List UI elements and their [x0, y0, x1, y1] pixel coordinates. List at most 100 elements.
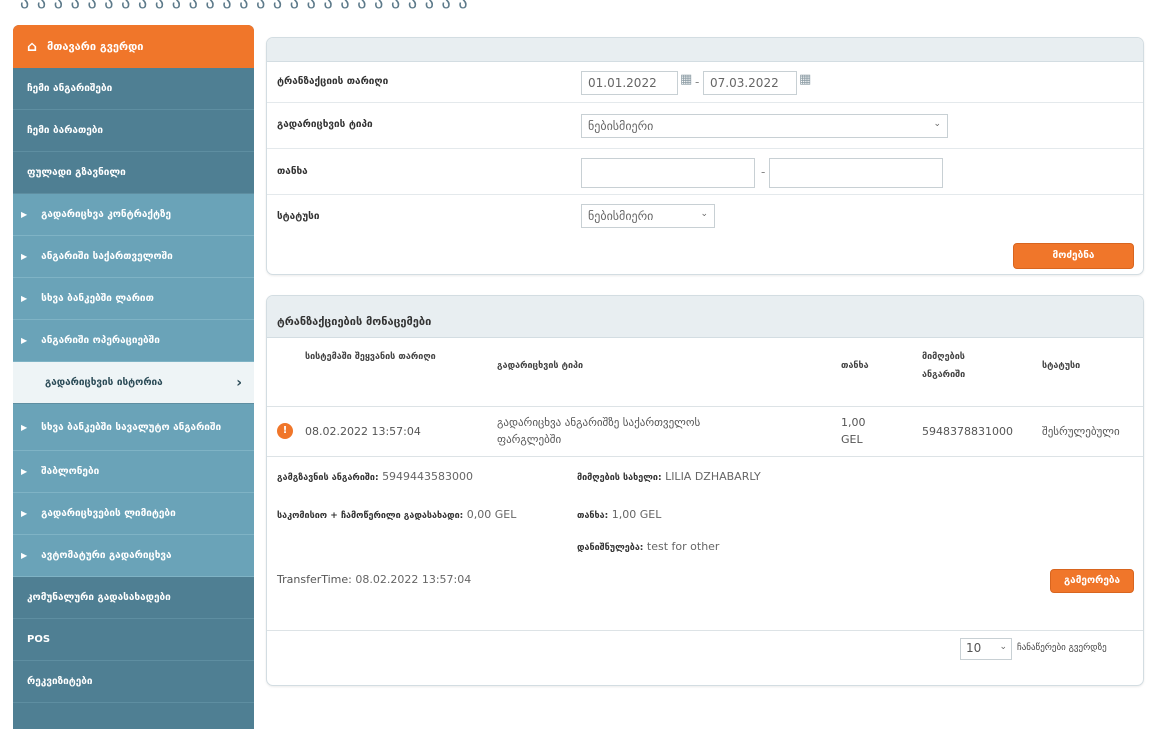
sidebar-home[interactable]: ⌂ მთავარი გვერდი	[13, 25, 254, 68]
date-from-input[interactable]: 01.01.2022	[581, 71, 678, 95]
sidebar-item[interactable]: ფულადი გზავნილი	[13, 152, 254, 194]
detail-sender: გამგზავნის ანგარიში: 5949443583000	[277, 468, 473, 487]
caret-right-icon: ▶	[21, 422, 28, 432]
sidebar-item-label: ფულადი გზავნილი	[27, 167, 126, 178]
caret-right-icon: ▶	[21, 509, 28, 518]
sidebar-item[interactable]: გადარიცხვის ისტორია ›	[13, 362, 254, 404]
row-status: შესრულებული	[1042, 425, 1120, 438]
sidebar-item[interactable]: ჩემი ანგარიშები	[13, 68, 254, 110]
sidebar-item-label: ანგარიში ოპერაციებში	[41, 335, 160, 346]
transfer-type-label: გადარიცხვის ტიპი	[277, 119, 373, 130]
date-label: ტრანზაქციის თარიღი	[277, 76, 389, 87]
transfer-time-value: 08.02.2022 13:57:04	[355, 573, 472, 586]
sidebar-item[interactable]: ▶ სხვა ბანკებში სავალუტო ანგარიში	[13, 404, 254, 451]
sidebar-item[interactable]: რეკვიზიტები	[13, 661, 254, 703]
transfer-time-label: TransferTime:	[277, 573, 352, 586]
detail-transfer-time: TransferTime: 08.02.2022 13:57:04	[277, 571, 471, 588]
chevron-down-icon: ⌄	[933, 119, 941, 129]
detail-purpose: დანიშნულება: test for other	[577, 538, 719, 557]
detail-fee: საკომისიო + ჩამოწერილი გადასახადი: 0,00 …	[277, 506, 562, 525]
page-size-select[interactable]: 10 ⌄	[960, 638, 1012, 660]
amount-separator: -	[761, 165, 766, 179]
sidebar-item[interactable]: ▶ ანგარიში საქართველოში	[13, 236, 254, 278]
column-header-date: სისტემაში შეყვანის თარიღი	[305, 352, 436, 362]
sidebar-item-label: ანგარიში საქართველოში	[41, 251, 173, 262]
sidebar-item-label: გადარიცხვების ლიმიტები	[41, 508, 176, 519]
detail-receiver-name: მიმღების სახელი: LILIA DZHABARLY	[577, 468, 761, 487]
exclamation-icon: !	[277, 423, 293, 439]
column-header-type: გადარიცხვის ტიპი	[497, 361, 584, 371]
sidebar-item[interactable]: ▶ შაბლონები	[13, 451, 254, 493]
sidebar-item[interactable]: ▶ გადარიცხვა კონტრაქტზე	[13, 194, 254, 236]
calendar-icon[interactable]: ▦	[680, 72, 692, 87]
sender-value: 5949443583000	[382, 470, 474, 483]
sidebar-item[interactable]: POS	[13, 619, 254, 661]
caret-right-icon: ▶	[21, 210, 28, 219]
caret-right-icon: ▶	[21, 551, 28, 560]
sidebar-item-label: შაბლონები	[41, 466, 100, 477]
row-date: 08.02.2022 13:57:04	[305, 425, 421, 438]
filter-row-type: გადარიცხვის ტიპი ნებისმიერი ⌄	[267, 102, 1143, 149]
sidebar-item-label: სხვა ბანკებში სავალუტო ანგარიში	[41, 421, 222, 433]
sidebar-item-label: POS	[27, 634, 51, 645]
calendar-icon[interactable]: ▦	[799, 72, 811, 87]
date-separator: -	[695, 75, 700, 89]
status-label: სტატუსი	[277, 211, 320, 222]
filter-panel-header	[267, 38, 1143, 62]
sidebar-item-label: რეკვიზიტები	[27, 676, 93, 687]
page-size-label: ჩანაწერები გვერდზე	[1017, 643, 1107, 653]
sidebar-item-label: კომუნალური გადასახადები	[27, 592, 171, 603]
fee-label: საკომისიო + ჩამოწერილი გადასახადი:	[277, 511, 464, 521]
caret-right-icon: ▶	[21, 294, 28, 303]
search-button[interactable]: მოძებნა	[1013, 243, 1134, 269]
caret-right-icon: ▶	[21, 252, 28, 261]
footer-divider	[267, 630, 1143, 631]
sender-label: გამგზავნის ანგარიში:	[277, 473, 379, 483]
sidebar-item-label: სხვა ბანკებში ლარით	[41, 293, 154, 304]
receiver-name-value: LILIA DZHABARLY	[665, 470, 761, 483]
amount-label: თანხა	[277, 166, 308, 177]
amount-to-input[interactable]	[769, 158, 943, 188]
receiver-name-label: მიმღების სახელი:	[577, 473, 662, 483]
column-header-receiver-account: მიმღების ანგარიში	[922, 352, 966, 380]
row-type: გადარიცხვა ანგარიშზე საქართველოს ფარგლებ…	[497, 416, 701, 446]
filter-panel: ტრანზაქციის თარიღი 01.01.2022 ▦ - 07.03.…	[266, 37, 1144, 275]
filter-row-amount: თანხა -	[267, 148, 1143, 195]
column-header-amount: თანხა	[841, 361, 869, 371]
purpose-label: დანიშნულება:	[577, 543, 644, 553]
sidebar-item[interactable]: ▶ ანგარიში ოპერაციებში	[13, 320, 254, 362]
row-receiver-account: 5948378831000	[922, 425, 1013, 438]
status-select[interactable]: ნებისმიერი ⌄	[581, 204, 715, 228]
detail-amount-value: 1,00 GEL	[611, 508, 662, 521]
sidebar-item[interactable]: ▶ გადარიცხვების ლიმიტები	[13, 493, 254, 535]
page-size-value: 10	[966, 641, 982, 655]
sidebar-item[interactable]: ▶ სხვა ბანკებში ლარით	[13, 278, 254, 320]
chevron-down-icon: ⌄	[999, 642, 1007, 652]
purpose-value: test for other	[646, 540, 720, 553]
status-value: ნებისმიერი	[588, 209, 654, 223]
filter-row-status: სტატუსი ნებისმიერი ⌄	[267, 194, 1143, 238]
header-divider	[267, 406, 1143, 407]
amount-from-input[interactable]	[581, 158, 755, 188]
detail-amount: თანხა: 1,00 GEL	[577, 506, 661, 525]
date-to-input[interactable]: 07.03.2022	[703, 71, 797, 95]
chevron-down-icon: ⌄	[700, 209, 708, 219]
filter-row-date: ტრანზაქციის თარიღი 01.01.2022 ▦ - 07.03.…	[267, 62, 1143, 103]
sidebar-item[interactable]: კომუნალური გადასახადები	[13, 577, 254, 619]
transfer-type-value: ნებისმიერი	[588, 119, 654, 133]
results-title: ტრანზაქციების მონაცემები	[267, 296, 1143, 338]
sidebar-item[interactable]: ▶ ავტომატური გადარიცხვა	[13, 535, 254, 577]
fee-value: 0,00 GEL	[466, 508, 517, 521]
top-decoration: ა ა ა ა ა ა ა ა ა ა ა ა ა ა ა ა ა ა ა ა …	[20, 0, 469, 12]
sidebar-home-label: მთავარი გვერდი	[47, 40, 144, 53]
sidebar-item[interactable]: ჩემი ბარათები	[13, 110, 254, 152]
row-divider	[267, 456, 1143, 457]
results-panel: ტრანზაქციების მონაცემები სისტემაში შეყვა…	[266, 295, 1144, 686]
transfer-type-select[interactable]: ნებისმიერი ⌄	[581, 114, 948, 138]
repeat-button[interactable]: გამეორება	[1050, 569, 1134, 593]
sidebar-item-label: გადარიცხვის ისტორია	[45, 377, 163, 388]
chevron-right-icon: ›	[236, 374, 242, 391]
sidebar-list: ჩემი ანგარიშები ჩემი ბარათები ფულადი გზავნ…	[13, 68, 254, 703]
home-icon: ⌂	[27, 38, 38, 55]
sidebar-item-label: ავტომატური გადარიცხვა	[41, 550, 172, 561]
